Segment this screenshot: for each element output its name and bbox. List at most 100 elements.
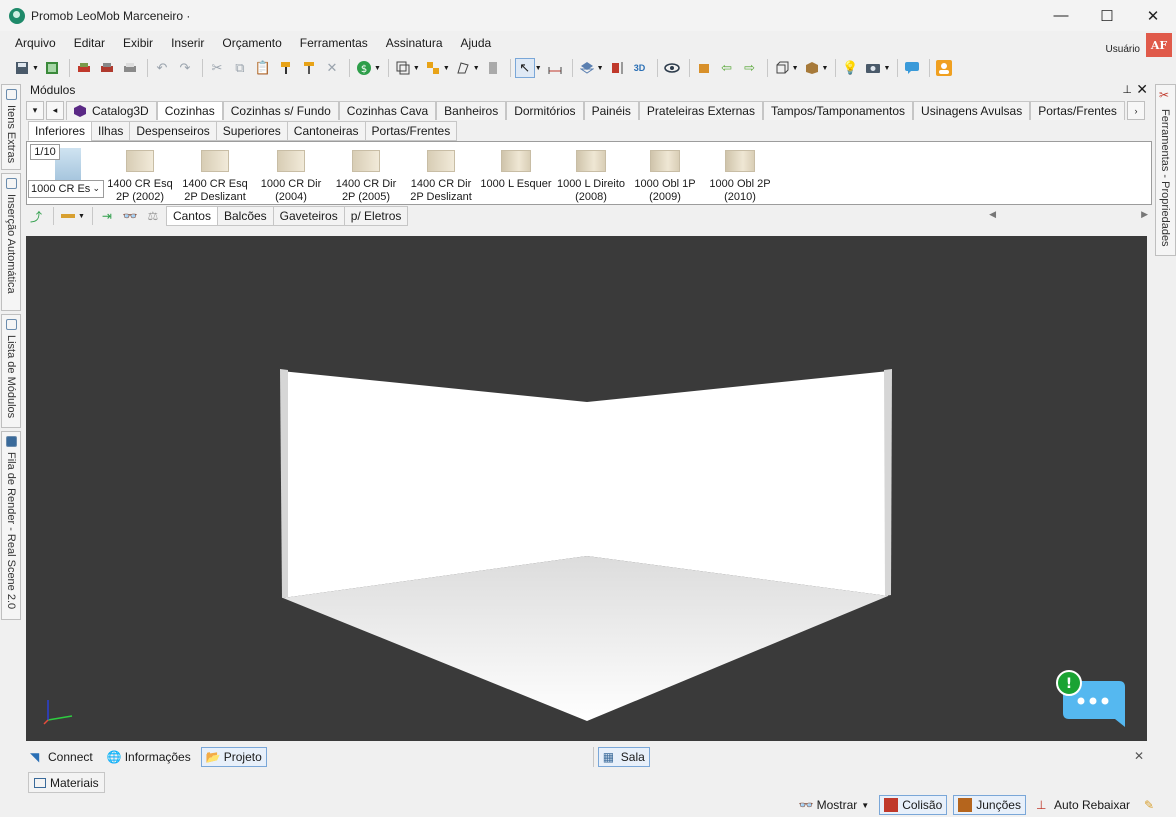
chevron-down-icon[interactable]: ▼ [597, 65, 604, 72]
chevron-left-icon[interactable]: ◂ [46, 101, 64, 120]
chat-icon[interactable] [902, 58, 922, 78]
tab-paineis[interactable]: Painéis [583, 101, 639, 120]
arrow-right-icon[interactable]: ⇨ [740, 58, 760, 78]
projeto-tab[interactable]: 📂 Projeto [200, 747, 267, 767]
compare-icon[interactable]: ⚖ [143, 207, 163, 225]
subtab-inferiores[interactable]: Inferiores [28, 121, 93, 141]
tab-catalog3d[interactable]: Catalog3D [66, 101, 157, 120]
tab-dormitorios[interactable]: Dormitórios [506, 101, 584, 120]
chevron-down-icon[interactable]: ▼ [535, 65, 542, 72]
chevron-down-icon[interactable]: ▼ [78, 213, 85, 220]
printer-icon[interactable] [120, 58, 140, 78]
measure-icon[interactable] [545, 58, 565, 78]
3d-viewport[interactable]: ! [26, 236, 1147, 741]
colisao-toggle[interactable]: Colisão [879, 795, 948, 815]
module-item[interactable]: 1400 CR Dir 2P (2005) [328, 150, 404, 204]
close-icon[interactable]: ✕ [1136, 81, 1148, 98]
tab-portas-frentes[interactable]: Portas/Frentes [1030, 101, 1125, 120]
ruler-icon[interactable] [58, 207, 78, 225]
menu-assinatura[interactable]: Assinatura [377, 31, 452, 55]
shape-icon[interactable] [453, 58, 473, 78]
menu-inserir[interactable]: Inserir [162, 31, 213, 55]
select-region-icon[interactable] [393, 58, 413, 78]
menu-ajuda[interactable]: Ajuda [452, 31, 501, 55]
maximize-button[interactable]: ☐ [1084, 0, 1130, 31]
paint-roller-icon[interactable] [299, 58, 319, 78]
informacoes-tab[interactable]: 🌐 Informações [103, 747, 195, 767]
chevron-down-icon[interactable]: ▾ [26, 101, 44, 120]
redo-icon[interactable]: ↷ [175, 58, 195, 78]
menu-ferramentas[interactable]: Ferramentas [291, 31, 377, 55]
pin-icon[interactable]: ⊥ [1122, 83, 1132, 96]
tab-banheiros[interactable]: Banheiros [436, 101, 507, 120]
tab-prateleiras-externas[interactable]: Prateleiras Externas [638, 101, 763, 120]
subtab-cantos[interactable]: Cantos [165, 206, 218, 226]
delete-icon[interactable]: ✕ [322, 58, 342, 78]
auto-rebaixar-toggle[interactable]: ⊥ Auto Rebaixar [1032, 795, 1134, 815]
subtab-cantoneiras[interactable]: Cantoneiras [286, 121, 366, 141]
menu-orcamento[interactable]: Orçamento [213, 31, 290, 55]
tab-cozinhas-sem-fundo[interactable]: Cozinhas s/ Fundo [222, 101, 339, 120]
light-icon[interactable]: 💡 [840, 58, 860, 78]
module-item[interactable]: 1400 CR Esq 2P Deslizant [177, 150, 253, 204]
module-item[interactable]: 1000 Obl 2P (2010) [702, 150, 778, 204]
box-icon[interactable] [802, 58, 822, 78]
chevron-down-icon[interactable]: ▼ [792, 65, 799, 72]
save-icon[interactable] [12, 58, 32, 78]
module-item[interactable]: 1000 L Direito (2008) [553, 150, 629, 204]
subtab-ilhas[interactable]: Ilhas [91, 121, 131, 141]
connect-tab[interactable]: ◥ Connect [26, 747, 97, 767]
budget-icon[interactable]: $ [354, 58, 374, 78]
tab-usinagens[interactable]: Usinagens Avulsas [913, 101, 1031, 120]
binoculars-icon[interactable]: 👓 [120, 207, 140, 225]
camera-icon[interactable] [863, 58, 883, 78]
block-icon[interactable] [483, 58, 503, 78]
module-item[interactable]: 1400 CR Dir 2P Deslizant [403, 150, 479, 204]
menu-editar[interactable]: Editar [65, 31, 114, 55]
subtab-portas-frentes[interactable]: Portas/Frentes [364, 121, 458, 141]
module-item[interactable]: 1000 Obl 1P (2009) [627, 150, 703, 204]
close-button[interactable]: ✕ [1130, 0, 1176, 31]
tab-itens-extras[interactable]: Itens Extras [1, 84, 21, 170]
undo-icon[interactable]: ↶ [152, 58, 172, 78]
subtab-despenseiros[interactable]: Despenseiros [129, 121, 217, 141]
layers-icon[interactable] [577, 58, 597, 78]
chevron-right-icon[interactable]: › [1126, 101, 1145, 120]
module-item[interactable]: 1000 L Esquer [478, 150, 554, 204]
user-icon[interactable] [934, 58, 954, 78]
settings-tool-button[interactable]: ✎ [1140, 795, 1166, 815]
export-icon[interactable] [42, 58, 62, 78]
tab-insercao-automatica[interactable]: Inserção Automática [1, 173, 21, 311]
chevron-down-icon[interactable]: ▼ [473, 65, 480, 72]
materials-tab[interactable]: Materiais [28, 772, 105, 793]
dimension-icon[interactable] [607, 58, 627, 78]
chevron-down-icon[interactable]: ▼ [822, 65, 829, 72]
menu-exibir[interactable]: Exibir [114, 31, 162, 55]
print-preview-icon[interactable] [97, 58, 117, 78]
module-item[interactable]: 1400 CR Esq 2P (2002) [102, 150, 178, 204]
enter-icon[interactable]: ⇥ [97, 207, 117, 225]
menu-arquivo[interactable]: Arquivo [6, 31, 65, 55]
tab-cozinhas[interactable]: Cozinhas [156, 101, 223, 120]
module-combo[interactable]: 1000 CR Es ⌄ [28, 180, 104, 198]
subtab-balcoes[interactable]: Balcões [216, 206, 274, 226]
tab-lista-modulos[interactable]: Lista de Módulos [1, 314, 21, 428]
format-painter-icon[interactable] [276, 58, 296, 78]
insert-module-icon[interactable]: ⤴ [26, 207, 46, 225]
tab-tampos[interactable]: Tampos/Tamponamentos [762, 101, 914, 120]
user-avatar[interactable]: AF [1146, 33, 1172, 57]
cut-icon[interactable]: ✂ [207, 58, 227, 78]
paste-icon[interactable]: 📋 [253, 58, 273, 78]
minimize-button[interactable]: — [1038, 0, 1084, 31]
tab-fila-render[interactable]: Fila de Render - Real Scene 2.0 [1, 431, 21, 620]
view-3d-icon[interactable]: 3D [630, 58, 650, 78]
mostrar-button[interactable]: 👓 Mostrar ▼ [795, 795, 874, 815]
cube-view-icon[interactable] [772, 58, 792, 78]
sala-tab[interactable]: ▦ Sala [597, 747, 650, 767]
chevron-down-icon[interactable]: ▼ [443, 65, 450, 72]
right-side-tab[interactable]: ✂ Ferramentas - Propriedades [1155, 84, 1176, 256]
subtab-eletros[interactable]: p/ Eletros [343, 206, 409, 226]
tab-cozinhas-cava[interactable]: Cozinhas Cava [338, 101, 437, 120]
print-icon[interactable] [74, 58, 94, 78]
module-insert-icon[interactable] [694, 58, 714, 78]
